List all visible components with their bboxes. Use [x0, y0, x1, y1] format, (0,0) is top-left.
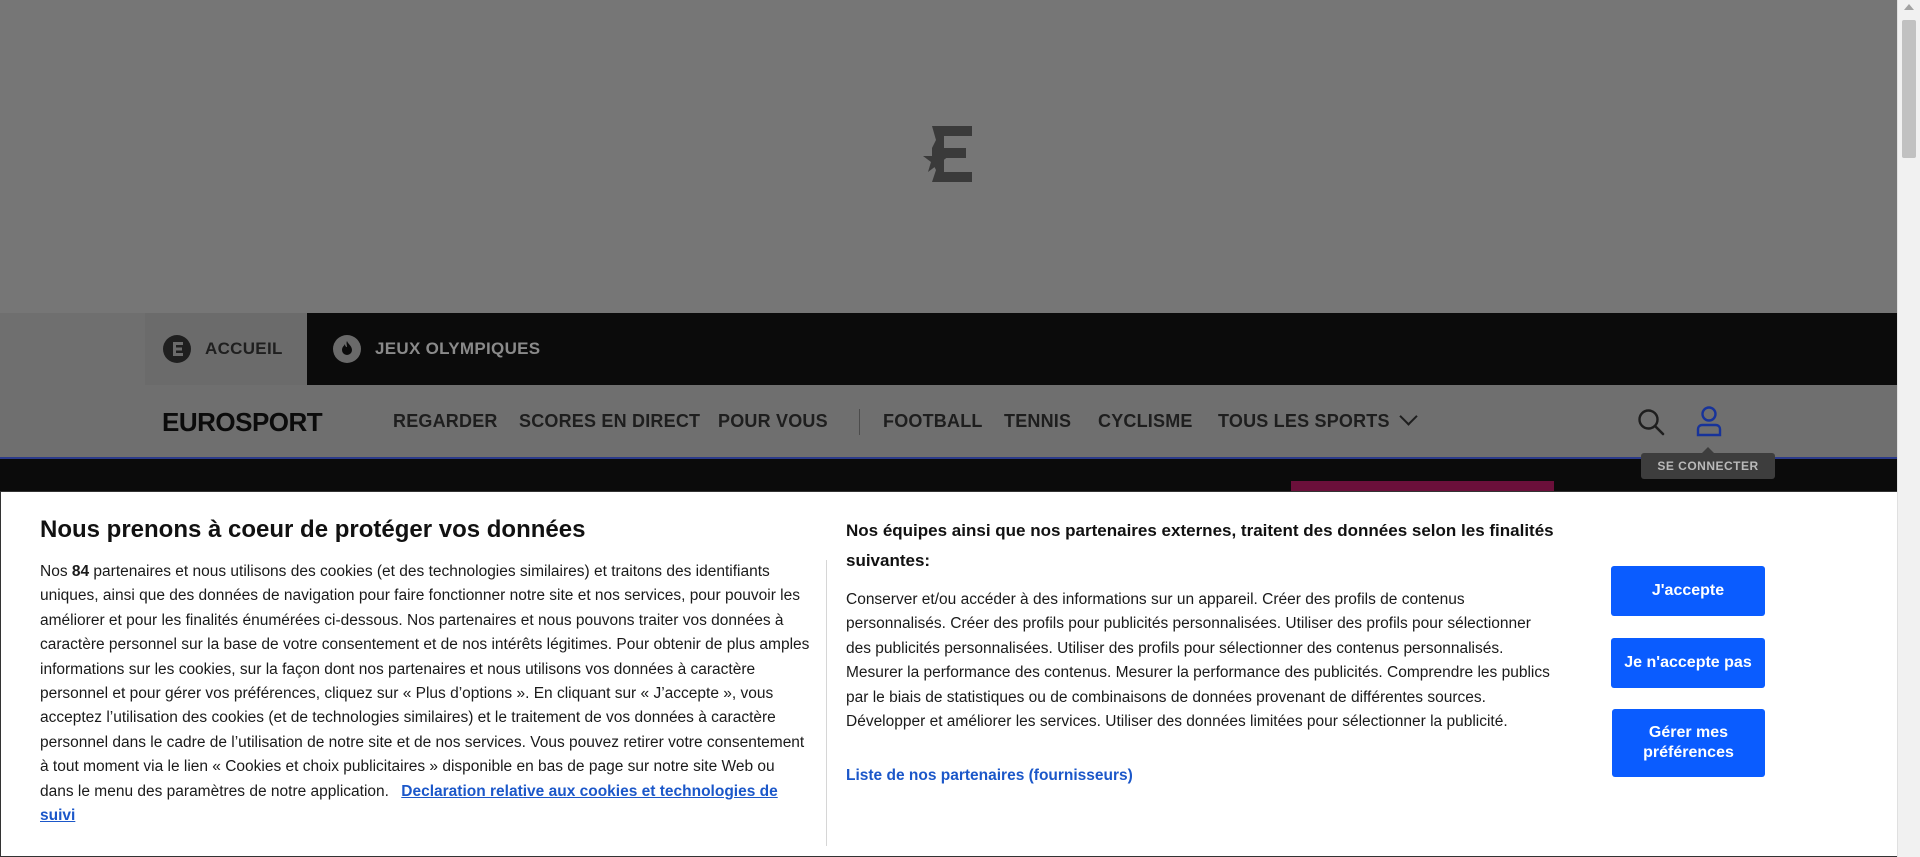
eurosport-e-logo-icon [923, 126, 972, 182]
nav-item-football[interactable]: FOOTBALL [883, 411, 983, 432]
consent-divider [826, 560, 827, 846]
user-icon[interactable] [1694, 405, 1724, 437]
nav-item-scores[interactable]: SCORES EN DIRECT [519, 411, 700, 432]
cookie-consent-banner: Nous prenons à coeur de protéger vos don… [0, 491, 1898, 857]
home-e-icon [163, 335, 191, 363]
purposes-title: Nos équipes ainsi que nos partenaires ex… [846, 521, 1554, 570]
nav-item-pour-vous[interactable]: POUR VOUS [718, 411, 828, 432]
refuse-button[interactable]: Je n'accepte pas [1611, 638, 1765, 688]
tab-olympics-label: JEUX OLYMPIQUES [375, 339, 541, 358]
purposes-list: Conserver et/ou accéder à des informatio… [846, 591, 1550, 731]
main-navigation: EUROSPORT REGARDER SCORES EN DIRECT POUR… [0, 385, 1898, 459]
ad-placeholder [0, 0, 1898, 313]
consent-body-prefix: Nos [40, 563, 72, 580]
manage-preferences-button[interactable]: Gérer mes préférences [1612, 709, 1765, 777]
vertical-scrollbar[interactable] [1897, 0, 1920, 857]
nav-item-tennis[interactable]: TENNIS [1004, 411, 1071, 432]
tab-home-label: ACCUEIL [205, 339, 283, 358]
nav-item-all-sports-label: TOUS LES SPORTS [1218, 411, 1390, 431]
top-navigation: ACCUEIL JEUX OLYMPIQUES [0, 313, 1898, 385]
chevron-down-icon [1399, 407, 1418, 426]
partner-count: 84 [71, 563, 90, 580]
consent-title: Nous prenons à coeur de protéger vos don… [40, 516, 586, 543]
content-strip [0, 459, 1898, 491]
olympic-flame-icon [333, 335, 361, 363]
eurosport-logo[interactable]: EUROSPORT [162, 407, 323, 438]
scrollbar-thumb[interactable] [1902, 20, 1916, 158]
scroll-up-arrow-icon[interactable] [1904, 4, 1914, 10]
search-icon[interactable] [1636, 407, 1666, 437]
consent-body: Nos 84 partenaires et nous utilisons des… [40, 560, 810, 828]
consent-body-text: partenaires et nous utilisons des cookie… [40, 563, 810, 800]
tab-olympics[interactable]: JEUX OLYMPIQUES [307, 313, 540, 385]
login-tooltip: SE CONNECTER [1641, 447, 1775, 479]
nav-item-cyclisme[interactable]: CYCLISME [1098, 411, 1193, 432]
nav-divider [859, 409, 860, 435]
page: ACCUEIL JEUX OLYMPIQUES EUROSPORT REGARD… [0, 0, 1898, 857]
accept-button[interactable]: J'accepte [1611, 566, 1765, 616]
partners-list-link[interactable]: Liste de nos partenaires (fournisseurs) [846, 767, 1133, 785]
tab-home[interactable]: ACCUEIL [145, 313, 307, 385]
nav-item-regarder[interactable]: REGARDER [393, 411, 498, 432]
nav-item-all-sports[interactable]: TOUS LES SPORTS [1218, 407, 1418, 432]
topnav-spacer [0, 313, 145, 385]
